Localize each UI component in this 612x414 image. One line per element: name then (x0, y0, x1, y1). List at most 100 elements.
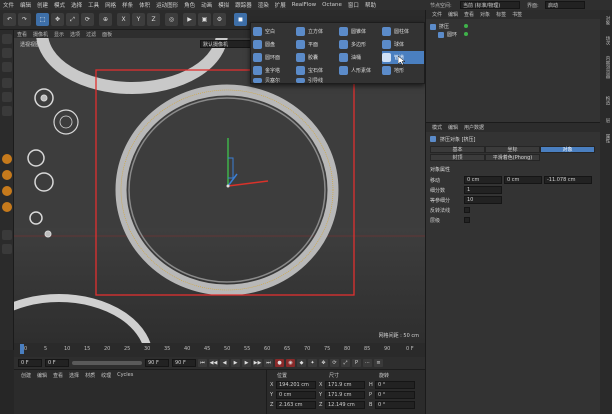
timeline-menu-icon[interactable]: ≡ (374, 359, 383, 367)
menu-select[interactable]: 选择 (68, 1, 85, 9)
move-icon[interactable]: ✥ (51, 13, 64, 26)
menu-help[interactable]: 帮助 (362, 1, 379, 9)
mat-menu-material[interactable]: 材质 (82, 372, 98, 379)
om-menu-tags[interactable]: 标签 (493, 11, 509, 18)
popup-pyramid[interactable]: 金字塔 (253, 64, 295, 77)
om-menu-view[interactable]: 查看 (461, 11, 477, 18)
vp-menu-view[interactable]: 查看 (14, 31, 30, 38)
vtab-takes[interactable]: 场次 (602, 36, 610, 45)
mat-menu-cycles[interactable]: Cycles (114, 372, 136, 379)
popup-disc[interactable]: 圆盘 (253, 38, 295, 51)
prev-frame-icon[interactable]: ◀ (220, 359, 229, 367)
scale-key-icon[interactable]: ⤢ (341, 359, 350, 367)
am-menu-mode[interactable]: 模式 (429, 124, 445, 131)
mat-menu-edit[interactable]: 编辑 (34, 372, 50, 379)
menu-mograph[interactable]: 运动图形 (153, 1, 181, 9)
popup-cylinder[interactable]: 圆柱体 (382, 25, 424, 38)
keyframe-icon[interactable]: ◆ (297, 359, 306, 367)
menu-edit[interactable]: 编辑 (17, 1, 34, 9)
popup-figure[interactable]: 人形素体 (339, 64, 381, 77)
rotate-icon[interactable]: ⟳ (81, 13, 94, 26)
menu-window[interactable]: 窗口 (345, 1, 362, 9)
coord-rot-p[interactable]: 0 ° (375, 391, 415, 399)
mat-menu-create[interactable]: 创建 (18, 372, 34, 379)
menu-mesh[interactable]: 网格 (102, 1, 119, 9)
menu-realflow[interactable]: RealFlow (289, 2, 319, 8)
current-frame-field[interactable]: 0 F (18, 359, 42, 367)
polygons-mode-icon[interactable] (2, 106, 12, 116)
popup-capsule[interactable]: 胶囊 (296, 51, 338, 64)
om-menu-file[interactable]: 文件 (429, 11, 445, 18)
param-key-icon[interactable]: P (352, 359, 361, 367)
scale-icon[interactable]: ⤢ (66, 13, 79, 26)
record-icon[interactable]: ● (275, 359, 284, 367)
motion-icon[interactable]: ✦ (308, 359, 317, 367)
om-menu-bookmarks[interactable]: 书签 (509, 11, 525, 18)
am-menu-userdata[interactable]: 用户数据 (461, 124, 487, 131)
menu-tracker[interactable]: 跟踪器 (232, 1, 255, 9)
menu-simulate[interactable]: 模拟 (215, 1, 232, 9)
popup-bezier[interactable]: 贝塞尔 (253, 77, 295, 84)
coord-size-z[interactable]: 12.149 cm (325, 401, 365, 409)
vtab-attributes[interactable]: 属性 (602, 134, 610, 143)
subdivision-field[interactable]: 1 (464, 186, 502, 194)
menu-tools[interactable]: 工具 (85, 1, 102, 9)
menu-render[interactable]: 渲染 (255, 1, 272, 9)
popup-sphere[interactable]: 球体 (382, 38, 424, 51)
workplane-icon[interactable] (2, 186, 12, 196)
menu-character[interactable]: 角色 (181, 1, 198, 9)
visible-check-icon[interactable] (464, 32, 468, 36)
lock-axis-icon[interactable] (2, 244, 12, 254)
vp-menu-filter[interactable]: 过滤 (83, 31, 99, 38)
om-menu-edit[interactable]: 编辑 (445, 11, 461, 18)
coord-size-y[interactable]: 171.9 cm (325, 391, 365, 399)
hierarchical-checkbox[interactable] (464, 217, 470, 223)
max-frame-field[interactable]: 90 F (145, 359, 169, 367)
object-row-circle[interactable]: 圆环 (438, 31, 457, 38)
mat-menu-select[interactable]: 选择 (66, 372, 82, 379)
coord-size-x[interactable]: 171.9 cm (325, 381, 365, 389)
mode-texture-icon[interactable] (2, 48, 12, 58)
sculpt-icon[interactable] (2, 154, 12, 164)
popup-oiltank[interactable]: 油桶 (339, 51, 381, 64)
vtab-objects[interactable]: 对象 (602, 16, 610, 25)
object-row-extrude[interactable]: 挤压 (430, 23, 449, 30)
menu-extensions[interactable]: 扩展 (272, 1, 289, 9)
tab-basic[interactable]: 基本 (430, 146, 485, 153)
tab-coord[interactable]: 坐标 (485, 146, 540, 153)
popup-plane[interactable]: 平面 (296, 38, 338, 51)
coord-pos-x[interactable]: 194.201 cm (276, 381, 316, 389)
snap-icon[interactable] (2, 170, 12, 180)
goto-start-icon[interactable]: ⏮ (198, 359, 207, 367)
menu-volume[interactable]: 体积 (136, 1, 153, 9)
popup-guide[interactable]: 引导线 (296, 77, 338, 84)
popup-null[interactable]: 空白 (253, 25, 295, 38)
coord-pos-y[interactable]: 0 cm (276, 391, 316, 399)
movement-x-field[interactable]: 0 cm (464, 176, 502, 184)
goto-end-icon[interactable]: ⏭ (264, 359, 273, 367)
popup-cone[interactable]: 圆锥体 (339, 25, 381, 38)
menu-create[interactable]: 创建 (34, 1, 51, 9)
vp-menu-panel[interactable]: 面板 (99, 31, 115, 38)
render-view-icon[interactable]: ▶ (183, 13, 196, 26)
world-icon[interactable]: ◎ (165, 13, 178, 26)
coord-rot-h[interactable]: 0 ° (375, 381, 415, 389)
tab-object[interactable]: 对象 (540, 146, 595, 153)
vp-menu-display[interactable]: 显示 (51, 31, 67, 38)
mat-menu-texture[interactable]: 纹理 (98, 372, 114, 379)
points-mode-icon[interactable] (2, 78, 12, 88)
next-key-icon[interactable]: ▶▶ (253, 359, 262, 367)
coord-icon[interactable]: ⊕ (99, 13, 112, 26)
vp-menu-options[interactable]: 选项 (67, 31, 83, 38)
vp-menu-camera[interactable]: 摄像机 (30, 31, 51, 38)
tab-caps[interactable]: 封顶 (430, 154, 485, 161)
render-icon[interactable]: ▣ (198, 13, 211, 26)
min-frame-field[interactable]: 0 F (45, 359, 69, 367)
select-icon[interactable]: ⬚ (36, 13, 49, 26)
flip-normals-checkbox[interactable] (464, 207, 470, 213)
redo-icon[interactable]: ↷ (18, 13, 31, 26)
prev-key-icon[interactable]: ◀◀ (209, 359, 218, 367)
render-settings-icon[interactable]: ⚙ (213, 13, 226, 26)
vtab-layers[interactable]: 层 (602, 118, 610, 123)
coord-rot-b[interactable]: 0 ° (375, 401, 415, 409)
